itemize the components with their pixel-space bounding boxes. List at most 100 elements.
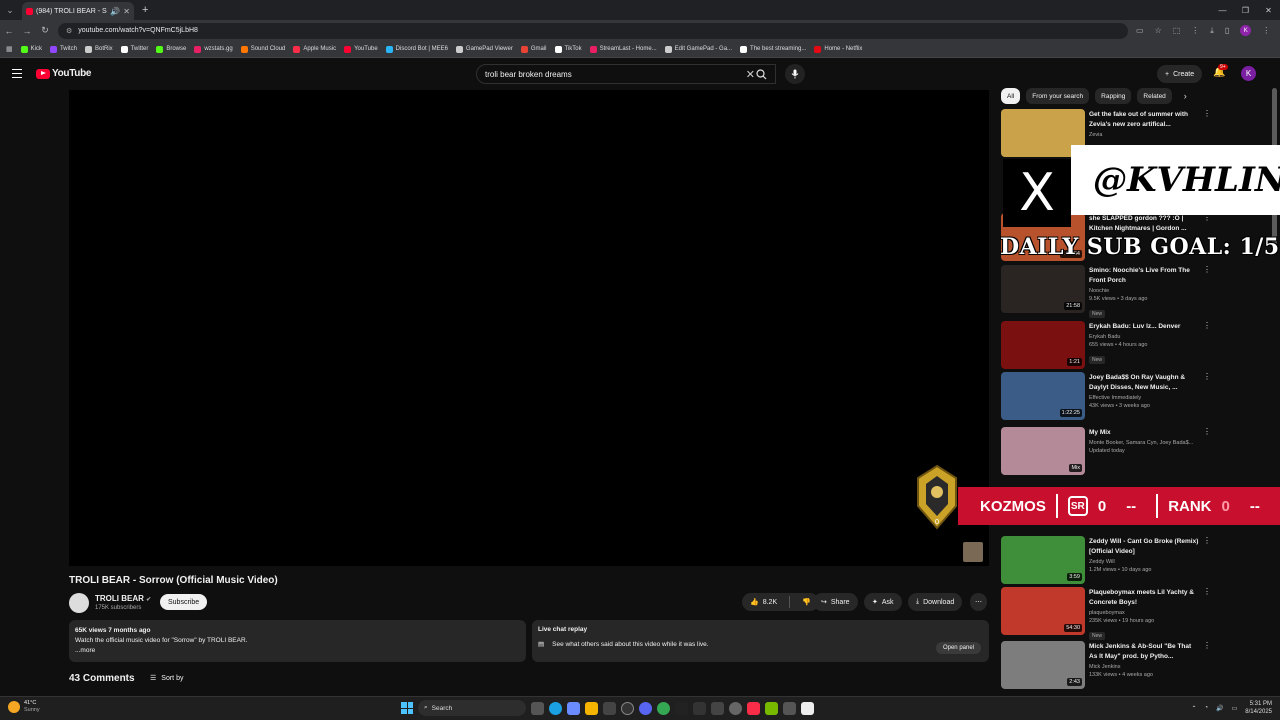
close-window-icon[interactable]: ✕ (1257, 0, 1280, 20)
rec-channel[interactable]: Noochie (1089, 288, 1211, 294)
more-link[interactable]: ...more (75, 646, 520, 656)
search-icon[interactable] (756, 69, 767, 80)
video-thumbnail[interactable]: 2:43 (1001, 641, 1085, 689)
search-input[interactable]: troli bear broken dreams (485, 70, 746, 79)
tab-close-icon[interactable]: ✕ (123, 7, 130, 16)
bookmark-item[interactable]: Gmail (520, 45, 547, 53)
description-box[interactable]: 65K views 7 months ago Watch the officia… (69, 620, 526, 662)
chips-next-chevron-icon[interactable]: › (1184, 91, 1187, 101)
video-thumbnail[interactable]: Mix (1001, 427, 1085, 475)
download-button[interactable]: ⤓ Download (908, 593, 963, 611)
video-thumbnail[interactable]: 1:22:25 (1001, 372, 1085, 420)
bookmark-item[interactable]: YouTube (344, 45, 378, 53)
ask-button[interactable]: ✦ Ask (864, 593, 902, 611)
recommended-video[interactable]: 1:22:25 Joey Bada$$ On Ray Vaughn & Dayly… (1001, 372, 1211, 420)
bookmark-item[interactable]: Home - Netflix (814, 45, 862, 53)
chevron-up-icon[interactable]: ⌃ (1191, 705, 1196, 712)
rec-channel[interactable]: Erykah Badu (1089, 334, 1211, 340)
video-player[interactable] (69, 90, 989, 566)
bookmark-star-icon[interactable]: ☆ (1155, 26, 1162, 35)
subscribe-button[interactable]: Subscribe (160, 594, 208, 610)
app-icon-5[interactable] (783, 701, 796, 715)
notifications-bell-icon[interactable]: 🔔 9+ (1213, 64, 1228, 78)
more-options-icon[interactable]: ⋮ (1203, 587, 1211, 596)
store-icon[interactable] (603, 701, 616, 715)
cast-icon[interactable]: ▭ (1136, 26, 1144, 35)
more-options-icon[interactable]: ⋮ (1203, 641, 1211, 650)
clock[interactable]: 5:31 PM 8/14/2025 (1245, 700, 1272, 716)
sort-by-button[interactable]: ☰ Sort by (150, 674, 183, 683)
bookmark-item[interactable]: wzstats.gg (194, 45, 233, 53)
bookmark-item[interactable]: Edit GamePad - Ga... (664, 45, 732, 53)
app-icon-2[interactable] (693, 701, 706, 715)
edge-icon[interactable] (549, 701, 562, 715)
obs-icon[interactable] (621, 701, 634, 715)
extensions-icon[interactable]: ⬚ (1173, 26, 1181, 35)
copilot-icon[interactable] (567, 701, 580, 715)
file-explorer-icon[interactable] (585, 701, 598, 715)
like-button[interactable]: 👍 8.2K (742, 593, 785, 611)
filter-chip[interactable]: All (1001, 88, 1021, 104)
discord-icon[interactable] (639, 701, 652, 715)
rec-title[interactable]: Erykah Badu: Luv Iz... Denver (1089, 322, 1211, 332)
reload-icon[interactable]: ↻ (36, 25, 54, 36)
more-options-icon[interactable]: ⋮ (1203, 109, 1211, 118)
bookmark-item[interactable]: Sound Cloud (240, 45, 285, 53)
bookmark-item[interactable]: Apple Music (293, 45, 336, 53)
site-info-icon[interactable]: ⚙ (66, 27, 72, 35)
menu-icon[interactable]: ⋮ (1191, 26, 1199, 35)
channel-avatar[interactable] (69, 593, 89, 613)
filter-chip[interactable]: From your search (1026, 88, 1090, 104)
rec-channel[interactable]: Zevia (1089, 132, 1211, 138)
app-icon-1[interactable] (675, 701, 688, 715)
bookmark-item[interactable]: Kick (20, 45, 42, 53)
app-icon-4[interactable] (729, 701, 742, 715)
chrome-icon[interactable] (657, 701, 670, 715)
bookmark-item[interactable]: Discord Bot | MEE6 (385, 45, 448, 53)
menu-hamburger-icon[interactable] (12, 69, 22, 78)
tab-search-icon[interactable]: ⌄ (0, 0, 20, 20)
rec-channel[interactable]: Mick Jenkins (1089, 664, 1211, 670)
new-tab-icon[interactable]: + (142, 4, 148, 16)
channel-name[interactable]: TROLI BEAR ✔ (95, 594, 151, 603)
bookmark-item[interactable]: Twitch (49, 45, 77, 53)
rec-title[interactable]: Smino: Noochie's Live From The Front Por… (1089, 266, 1211, 286)
downloads-icon[interactable]: ⤓ (1210, 26, 1214, 36)
account-avatar[interactable]: K (1241, 66, 1256, 81)
app-icon-6[interactable] (801, 701, 814, 715)
apps-grid-icon[interactable]: ▦ (6, 45, 13, 53)
recommended-video[interactable]: 2:43 Mick Jenkins & Ab-Soul "Be That As I… (1001, 641, 1211, 689)
filter-chip[interactable]: Rapping (1095, 88, 1132, 104)
more-options-icon[interactable]: ⋮ (1203, 372, 1211, 381)
bookmark-item[interactable]: Browse (156, 45, 186, 53)
sidepanel-icon[interactable]: ▯ (1225, 26, 1229, 35)
browser-tab[interactable]: (984) TROLI BEAR - Sorrow 🔊 ✕ (22, 2, 134, 20)
recommended-video[interactable]: 1:21 Erykah Badu: Luv Iz... Denver Erykah … (1001, 321, 1211, 369)
apple-music-icon[interactable] (747, 701, 760, 715)
bookmark-item[interactable]: TikTok (554, 45, 582, 53)
speaker-icon[interactable]: 🔊 (110, 7, 120, 16)
voice-search-mic-icon[interactable] (785, 64, 805, 84)
windows-start-icon[interactable] (401, 702, 413, 714)
recommended-video[interactable]: 3:59 Zeddy Will - Cant Go Broke (Remix) [… (1001, 536, 1211, 584)
video-thumbnail[interactable]: 54:30 (1001, 587, 1085, 635)
rec-channel[interactable]: plaqueboymax (1089, 610, 1211, 616)
youtube-logo[interactable]: YouTube (36, 68, 92, 79)
rec-channel[interactable]: Effective Immediately (1089, 395, 1211, 401)
bookmark-item[interactable]: Twitter (120, 45, 148, 53)
battery-icon[interactable]: ▭ (1232, 705, 1238, 712)
app-icon-3[interactable] (711, 701, 724, 715)
task-view-icon[interactable] (531, 701, 544, 715)
rec-title[interactable]: Get the fake out of summer with Zevia's … (1089, 110, 1211, 130)
video-thumbnail[interactable]: 1:21 (1001, 321, 1085, 369)
more-actions-button[interactable]: ⋯ (970, 593, 987, 611)
recommended-video[interactable]: Mix My Mix Monte Booker, Samara Cyn, Joey … (1001, 427, 1211, 475)
bookmark-item[interactable]: BotRix (84, 45, 113, 53)
back-icon[interactable]: ← (0, 26, 18, 36)
rec-title[interactable]: Joey Bada$$ On Ray Vaughn & Daylyt Disse… (1089, 373, 1211, 393)
rec-title[interactable]: Zeddy Will - Cant Go Broke (Remix) [Offi… (1089, 537, 1211, 557)
rec-title[interactable]: My Mix (1089, 428, 1211, 438)
nvidia-icon[interactable] (765, 701, 778, 715)
open-panel-button[interactable]: Open panel (935, 642, 981, 654)
more-options-icon[interactable]: ⋮ (1203, 321, 1211, 330)
